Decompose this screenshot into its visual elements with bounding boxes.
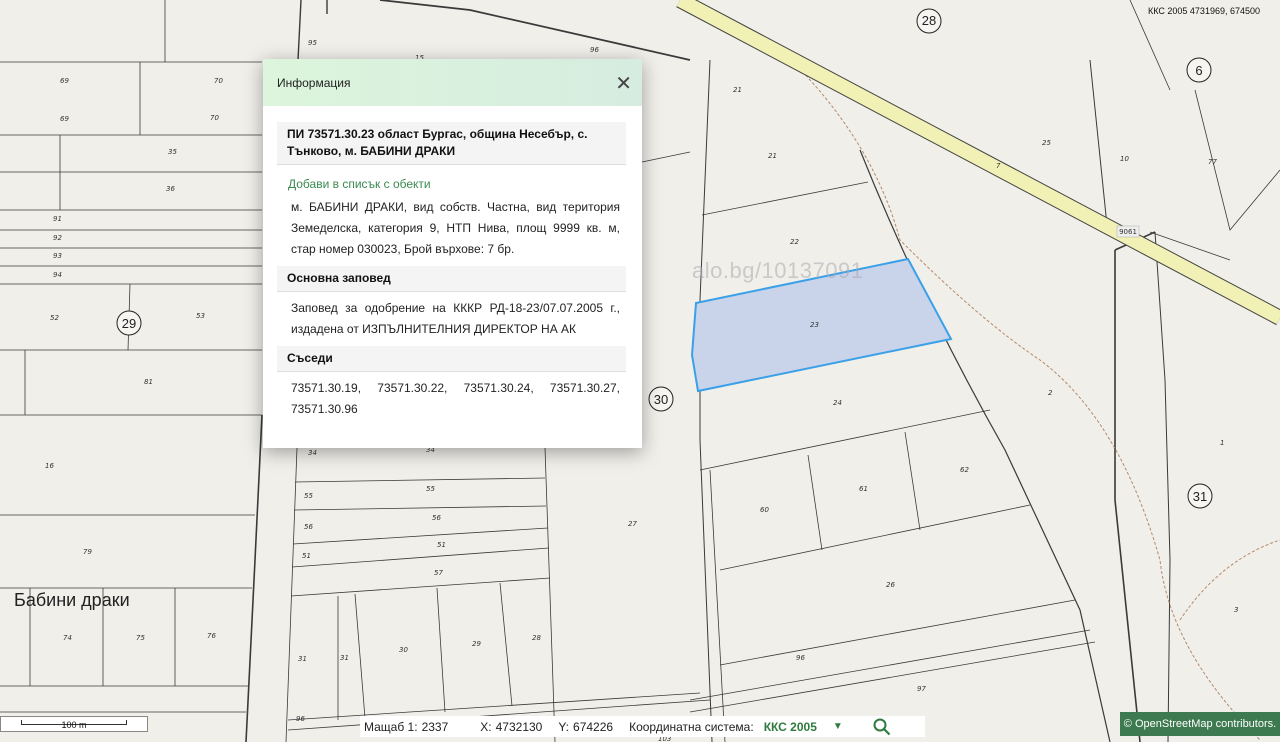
zone-number: 31 [1193,489,1207,504]
order-text: Заповед за одобрение на КККР РД-18-23/07… [291,301,620,336]
parcel-label: 79 [83,548,92,556]
scale-bar: 100 m [0,716,148,732]
area-name-label: Бабини драки [14,590,130,610]
parcel-label: 76 [207,632,216,640]
parcel-label: 97 [917,685,926,693]
coordinate-readout: ККС 2005 4731969, 674500 [1148,6,1260,16]
popup-title: Информация [277,75,351,90]
parcel-label: 95 [308,39,317,47]
parcel-label: 55 [304,492,313,500]
close-icon[interactable]: ✕ [615,73,632,93]
parcel-label: 51 [437,541,446,549]
parcel-label: 21 [768,152,777,160]
parcel-label: 55 [426,485,435,493]
parcel-label: 28 [532,634,541,642]
parcel-label: 91 [53,215,62,223]
parcel-label: 60 [760,506,769,514]
parcel-label: 7 [996,162,1001,170]
parcel-label: 31 [298,655,307,663]
parcel-label: 96 [796,654,805,662]
parcel-label: 57 [434,569,443,577]
parcel-label: 94 [53,271,62,279]
parcel-label: 10 [1120,155,1129,163]
parcel-label: 35 [168,148,177,156]
parcel-label: 77 [1208,158,1217,166]
parcel-label: 2 [1048,389,1053,397]
zone-number: 29 [122,316,136,331]
x-value: 4732130 [495,719,543,734]
order-heading: Основна заповед [277,266,626,292]
parcel-label: 74 [63,634,72,642]
chevron-down-icon[interactable]: ▼ [833,721,843,732]
zone-number: 6 [1195,63,1202,78]
parcel-details: м. БАБИНИ ДРАКИ, вид собств. Частна, вид… [291,200,620,256]
parcel-label: 81 [144,378,153,386]
info-popup: Информация ✕ ПИ 73571.30.23 област Бурга… [263,59,642,448]
parcel-label: 36 [166,185,175,193]
parcel-label: 27 [628,520,637,528]
search-icon[interactable] [873,718,891,736]
parcel-label: 96 [590,46,599,54]
neighbors-list: 73571.30.19, 73571.30.22, 73571.30.24, 7… [291,381,620,416]
parcel-label: 53 [196,312,205,320]
parcel-label: 31 [340,654,349,662]
parcel-label: 21 [733,86,742,94]
y-value: 674226 [573,719,614,734]
parcel-label: 70 [210,114,219,122]
parcel-label: 16 [45,462,54,470]
popup-body: ПИ 73571.30.23 област Бургас, община Нес… [263,106,642,426]
status-bar: Мащаб 1: 2337 X: 4732130 Y: 674226 Коорд… [360,716,925,737]
parcel-label: 25 [1042,139,1051,147]
parcel-label: 69 [60,115,69,123]
popup-header: Информация ✕ [263,59,642,106]
y-label: Y: [558,719,570,734]
parcel-label: 34 [308,449,317,457]
crs-value[interactable]: ККС 2005 [764,720,817,734]
road-label: 9061 [1119,228,1137,236]
parcel-label: 70 [214,77,223,85]
parcel-label: 1 [1220,439,1224,447]
neighbors-heading: Съседи [277,346,626,372]
parcel-label: 26 [886,581,895,589]
parcel-label: 61 [859,485,868,493]
parcel-label: 93 [53,252,62,260]
parcel-label: 24 [833,399,842,407]
scale-label: 100 m [61,720,87,730]
scale-ratio-value: 2337 [421,719,449,734]
x-label: X: [480,719,492,734]
parcel-label: 52 [50,314,59,322]
parcel-label: 75 [136,634,145,642]
parcel-label: 56 [304,523,313,531]
parcel-label: 62 [960,466,969,474]
zone-number: 30 [654,392,668,407]
add-to-list-link[interactable]: Добави в списък с обекти [277,165,626,191]
parcel-label: 96 [296,715,305,723]
parcel-label: 56 [432,514,441,522]
parcel-label: 30 [399,646,408,654]
watermark: alo.bg/10137091 [692,258,864,283]
parcel-label: 3 [1234,606,1238,614]
parcel-label: 92 [53,234,62,242]
parcel-label: 23 [810,321,819,329]
crs-label: Координатна система: [629,719,754,734]
zone-number: 28 [922,13,936,28]
parcel-label: 22 [790,238,799,246]
scale-ratio-label: Мащаб 1: [364,719,418,734]
parcel-label: 69 [60,77,69,85]
osm-attribution[interactable]: © OpenStreetMap contributors. [1120,712,1280,736]
parcel-label: 51 [302,552,311,560]
parcel-label: 29 [472,640,481,648]
parcel-heading: ПИ 73571.30.23 област Бургас, община Нес… [277,122,626,165]
